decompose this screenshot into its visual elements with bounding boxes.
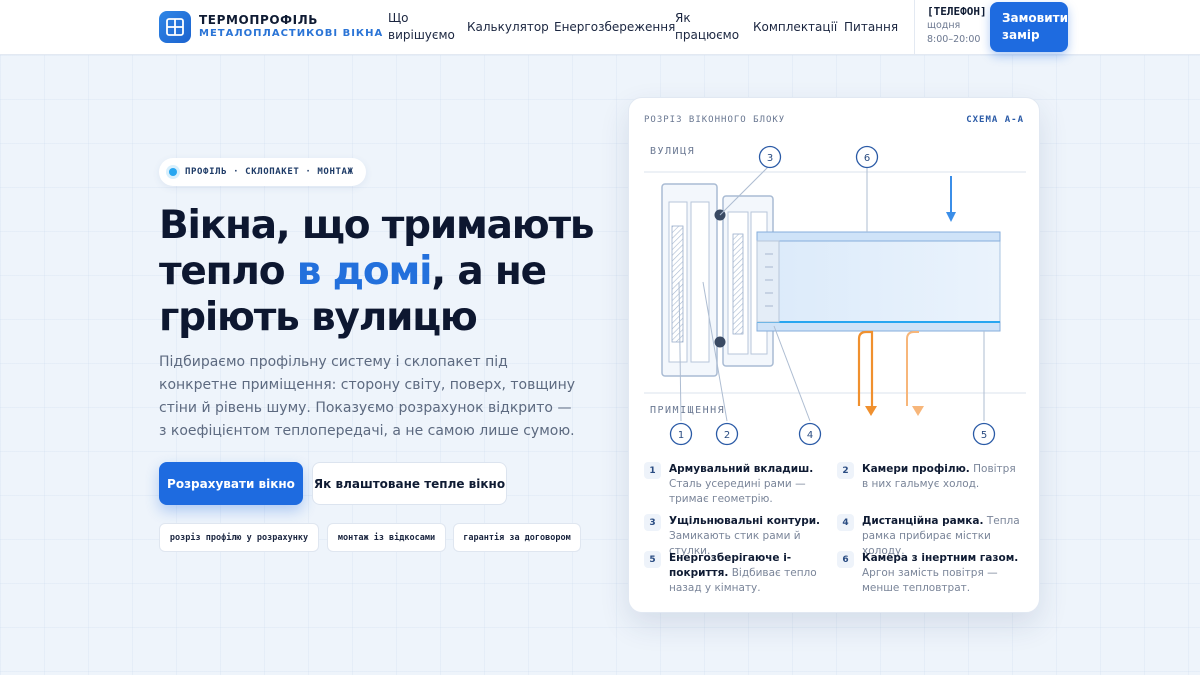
window-logo-icon[interactable]	[159, 11, 191, 43]
legend-number: 1	[644, 462, 661, 479]
legend-number: 4	[837, 514, 854, 531]
hero-title-accent: в домі	[296, 249, 433, 294]
hours-line-1: щодня	[927, 20, 961, 31]
site-header: ТЕРМОПРОФІЛЬ МЕТАЛОПЛАСТИКОВІ ВІКНА Що в…	[0, 0, 1200, 55]
card-scheme-label: СХЕМА А-А	[966, 115, 1024, 125]
hero-title: Вікна, що тримають тепло в домі, а не гр…	[159, 203, 599, 341]
hero-pill-text: ПРОФІЛЬ · СКЛОПАКЕТ · МОНТАЖ	[185, 167, 354, 177]
nav-item-how-we-work[interactable]: Як працюємо	[675, 10, 739, 44]
callout-6-label: 6	[864, 153, 870, 164]
tag-installation: монтаж із відкосами	[327, 523, 446, 552]
legend-title: Камера з інертним газом.	[862, 552, 1019, 564]
legend-number: 2	[837, 462, 854, 479]
hero-pill: ПРОФІЛЬ · СКЛОПАКЕТ · МОНТАЖ	[159, 158, 366, 186]
legend-text: Енергозберігаюче і-покриття. Відбиває те…	[669, 551, 832, 596]
legend-description: Аргон замість повітря — менше тепловтрат…	[862, 567, 998, 594]
hero-lead: Підбираємо профільну систему і склопакет…	[159, 354, 576, 439]
legend-title: Камери профілю.	[862, 463, 970, 475]
nav-item-solutions[interactable]: Що вирішуємо	[388, 10, 455, 44]
callout-5-label: 5	[981, 430, 987, 441]
tag-warranty: гарантія за договором	[453, 523, 581, 552]
legend-number: 5	[644, 551, 661, 568]
brand-subtitle: МЕТАЛОПЛАСТИКОВІ ВІКНА	[199, 28, 384, 39]
callout-4-label: 4	[807, 430, 813, 441]
callout-1-label: 1	[678, 430, 684, 441]
window-section-diagram: ВУЛИЦЯ ПРИМІЩЕННЯ 3 6 1 2 4 5	[644, 145, 1026, 446]
seal-dot-icon	[714, 336, 726, 348]
warm-window-explainer-button[interactable]: Як влаштоване тепле вікно	[312, 462, 507, 505]
contact-block: [ТЕЛЕФОН] щодня 8:00–20:00	[914, 0, 987, 55]
status-dot-icon	[169, 168, 177, 176]
legend-text: Армувальний вкладиш. Сталь усередині рам…	[669, 462, 832, 507]
nav-item-calculator[interactable]: Калькулятор	[467, 19, 549, 36]
legend-title: Армувальний вкладиш.	[669, 463, 814, 475]
order-measurement-button[interactable]: Замовити замір	[990, 2, 1068, 52]
label-outside: ВУЛИЦЯ	[650, 146, 695, 157]
legend-item-5: 5 Енергозберігаюче і-покриття. Відбиває …	[644, 551, 832, 596]
legend-number: 3	[644, 514, 661, 531]
glazing-unit	[756, 231, 1001, 332]
callout-2-label: 2	[724, 430, 730, 441]
hours-line-2: 8:00–20:00	[927, 34, 981, 45]
callout-3-label: 3	[767, 153, 773, 164]
window-section-card: РОЗРІЗ ВІКОННОГО БЛОКУ СХЕМА А-А ВУЛИЦЯ …	[628, 97, 1040, 613]
legend-text: Камера з інертним газом. Аргон замість п…	[862, 551, 1025, 596]
nav-item-faq[interactable]: Питання	[844, 19, 898, 36]
cold-arrow-icon	[946, 176, 956, 222]
calculate-window-button[interactable]: Розрахувати вікно	[159, 462, 303, 505]
tag-profile-section: розріз профілю у розрахунку	[159, 523, 319, 552]
brand-name[interactable]: ТЕРМОПРОФІЛЬ	[199, 13, 318, 27]
card-caption: РОЗРІЗ ВІКОННОГО БЛОКУ	[644, 115, 786, 125]
legend-item-2: 2 Камери профілю. Повітря в них гальмує …	[837, 462, 1025, 492]
legend-number: 6	[837, 551, 854, 568]
nav-item-energy-saving[interactable]: Енергозбереження	[554, 19, 675, 36]
legend-item-6: 6 Камера з інертним газом. Аргон замість…	[837, 551, 1025, 596]
phone-number[interactable]: [ТЕЛЕФОН]	[927, 5, 987, 18]
legend-item-1: 1 Армувальний вкладиш. Сталь усередині р…	[644, 462, 832, 507]
heat-arrow-icon	[857, 330, 877, 416]
frame-profile	[661, 183, 718, 377]
label-inside: ПРИМІЩЕННЯ	[650, 405, 725, 416]
legend-description: Сталь усередині рами — тримає геометрію.	[669, 478, 806, 505]
nav-item-configurations[interactable]: Комплектації	[753, 19, 837, 36]
legend-text: Камери профілю. Повітря в них гальмує хо…	[862, 462, 1025, 492]
legend-title: Дистанційна рамка.	[862, 515, 984, 527]
legend-title: Ущільнювальні контури.	[669, 515, 821, 527]
heat-arrow-light-icon	[906, 331, 924, 416]
